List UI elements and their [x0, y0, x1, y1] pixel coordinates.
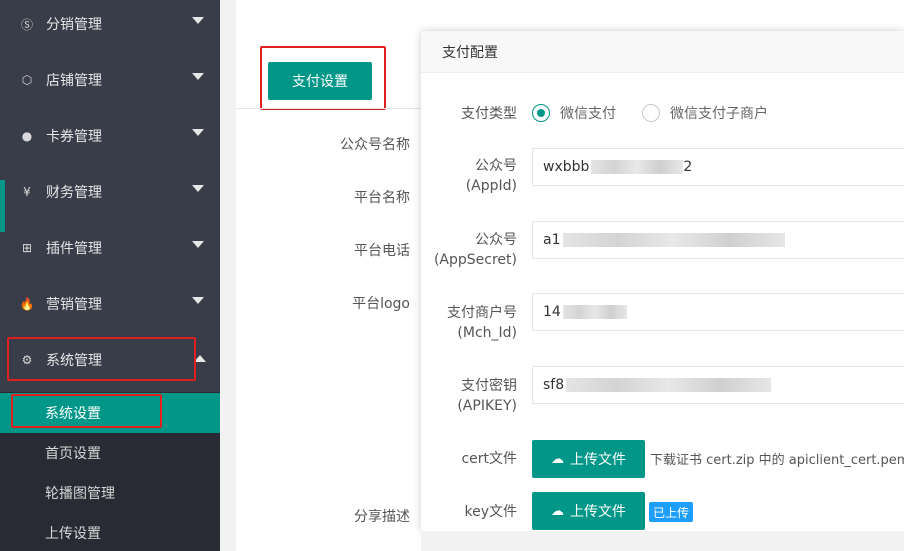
redacted-text — [562, 233, 785, 247]
key-file-label: key文件 — [464, 504, 517, 520]
sidebar-item-coupons[interactable]: ● 卡券管理 — [0, 108, 220, 164]
sidebar-item-label: 营销管理 — [46, 297, 102, 313]
apikey-value: sf8 — [543, 377, 565, 393]
label-platform-phone: 平台电话 — [354, 243, 410, 259]
label-share-description: 分享描述 — [354, 509, 410, 525]
divider — [236, 108, 436, 109]
sidebar-item-distribution[interactable]: Ⓢ 分销管理 — [0, 0, 220, 52]
mchid-label-line1: 支付商户号 — [447, 305, 517, 321]
apikey-label-line2: (APIKEY) — [457, 398, 517, 414]
appsecret-label-line2: (AppSecret) — [433, 252, 517, 268]
chevron-down-icon — [192, 185, 204, 192]
appid-label-line1: 公众号 — [475, 158, 517, 174]
sidebar-item-label: 插件管理 — [46, 241, 102, 257]
sidebar-item-label: 店铺管理 — [46, 73, 102, 89]
apikey-input[interactable]: sf8 — [532, 366, 904, 404]
cert-upload-button[interactable]: ☁ 上传文件 — [532, 440, 645, 478]
chevron-down-icon — [192, 73, 204, 80]
appid-label: 公众号 (AppId) — [421, 156, 517, 196]
chevron-down-icon — [192, 297, 204, 304]
appsecret-label-line1: 公众号 — [475, 232, 517, 248]
highlight-box-settings — [11, 394, 162, 428]
label-platform-name: 平台名称 — [354, 190, 410, 206]
redacted-text — [562, 305, 627, 319]
appsecret-value: a1 — [543, 232, 561, 248]
radio-label-wechat-pay: 微信支付 — [560, 106, 616, 122]
appsecret-label: 公众号 (AppSecret) — [421, 230, 517, 270]
sidebar-item-label: 财务管理 — [46, 185, 102, 201]
upload-button-label: 上传文件 — [570, 452, 626, 468]
apps-icon: ⊞ — [21, 241, 33, 255]
circle-icon: ● — [21, 129, 33, 143]
sidebar: Ⓢ 分销管理 ⬡ 店铺管理 ● 卡券管理 ¥ 财务管理 ⊞ 插件管理 🔥 营销管… — [0, 0, 220, 551]
yen-circle-icon: ¥ — [23, 185, 31, 199]
cube-icon: ⬡ — [21, 73, 33, 87]
background-strip — [421, 531, 904, 551]
appid-value: wxbbb — [543, 159, 590, 175]
label-platform-logo: 平台logo — [352, 296, 410, 312]
fire-icon: 🔥 — [19, 297, 35, 311]
sidebar-item-label: 分销管理 — [46, 17, 102, 33]
cloud-upload-icon: ☁ — [551, 503, 564, 519]
cloud-upload-icon: ☁ — [551, 451, 564, 467]
submenu-item-home-settings[interactable]: 首页设置 — [0, 433, 220, 473]
appsecret-input[interactable]: a1 — [532, 221, 904, 259]
key-upload-button[interactable]: ☁ 上传文件 — [532, 492, 645, 530]
appid-label-line2: (AppId) — [465, 178, 517, 194]
submenu-item-carousel[interactable]: 轮播图管理 — [0, 473, 220, 513]
radio-label-wechat-sub-merchant: 微信支付子商户 — [670, 106, 768, 122]
sidebar-item-finance[interactable]: ¥ 财务管理 — [0, 164, 220, 220]
highlight-box-system — [7, 337, 196, 381]
radio-wechat-sub-merchant[interactable] — [642, 104, 660, 122]
mchid-label: 支付商户号 (Mch_Id) — [421, 303, 517, 343]
redacted-text — [591, 160, 684, 174]
pay-type-radio-group: 微信支付 微信支付子商户 — [532, 103, 768, 123]
chevron-down-icon — [192, 129, 204, 136]
redacted-text — [566, 378, 772, 392]
sidebar-item-label: 卡券管理 — [46, 129, 102, 145]
radio-wechat-pay[interactable] — [532, 104, 550, 122]
label-official-account-name: 公众号名称 — [340, 137, 410, 153]
apikey-label-line1: 支付密钥 — [461, 378, 517, 394]
pay-type-label: 支付类型 — [461, 106, 517, 122]
apikey-label: 支付密钥 (APIKEY) — [421, 376, 517, 416]
submenu-item-label: 首页设置 — [45, 446, 101, 462]
mchid-input[interactable]: 14 — [532, 293, 904, 331]
dialog-title: 支付配置 — [421, 31, 904, 73]
payment-config-dialog: 支付配置 支付类型 微信支付 微信支付子商户 公众号 (AppId) wxbbb… — [421, 31, 904, 531]
chevron-down-icon — [192, 241, 204, 248]
upload-button-label: 上传文件 — [570, 504, 626, 520]
submenu-item-upload-settings[interactable]: 上传设置 — [0, 513, 220, 551]
appid-value-end: 2 — [683, 159, 693, 175]
cert-file-label: cert文件 — [461, 451, 517, 467]
chevron-down-icon — [192, 17, 204, 24]
dollar-circle-icon: Ⓢ — [20, 17, 33, 32]
sidebar-item-store[interactable]: ⬡ 店铺管理 — [0, 52, 220, 108]
appid-input[interactable]: wxbbb 2 — [532, 148, 904, 186]
uploaded-badge: 已上传 — [649, 502, 694, 522]
submenu-item-label: 轮播图管理 — [45, 486, 115, 502]
highlight-box-payment — [260, 46, 386, 110]
sidebar-item-marketing[interactable]: 🔥 营销管理 — [0, 276, 220, 332]
mchid-label-line2: (Mch_Id) — [457, 325, 517, 341]
mchid-value: 14 — [543, 304, 561, 320]
submenu-item-label: 上传设置 — [45, 526, 101, 542]
sidebar-item-plugins[interactable]: ⊞ 插件管理 — [0, 220, 220, 276]
cert-hint: 下载证书 cert.zip 中的 apiclient_cert.pem — [650, 453, 904, 468]
